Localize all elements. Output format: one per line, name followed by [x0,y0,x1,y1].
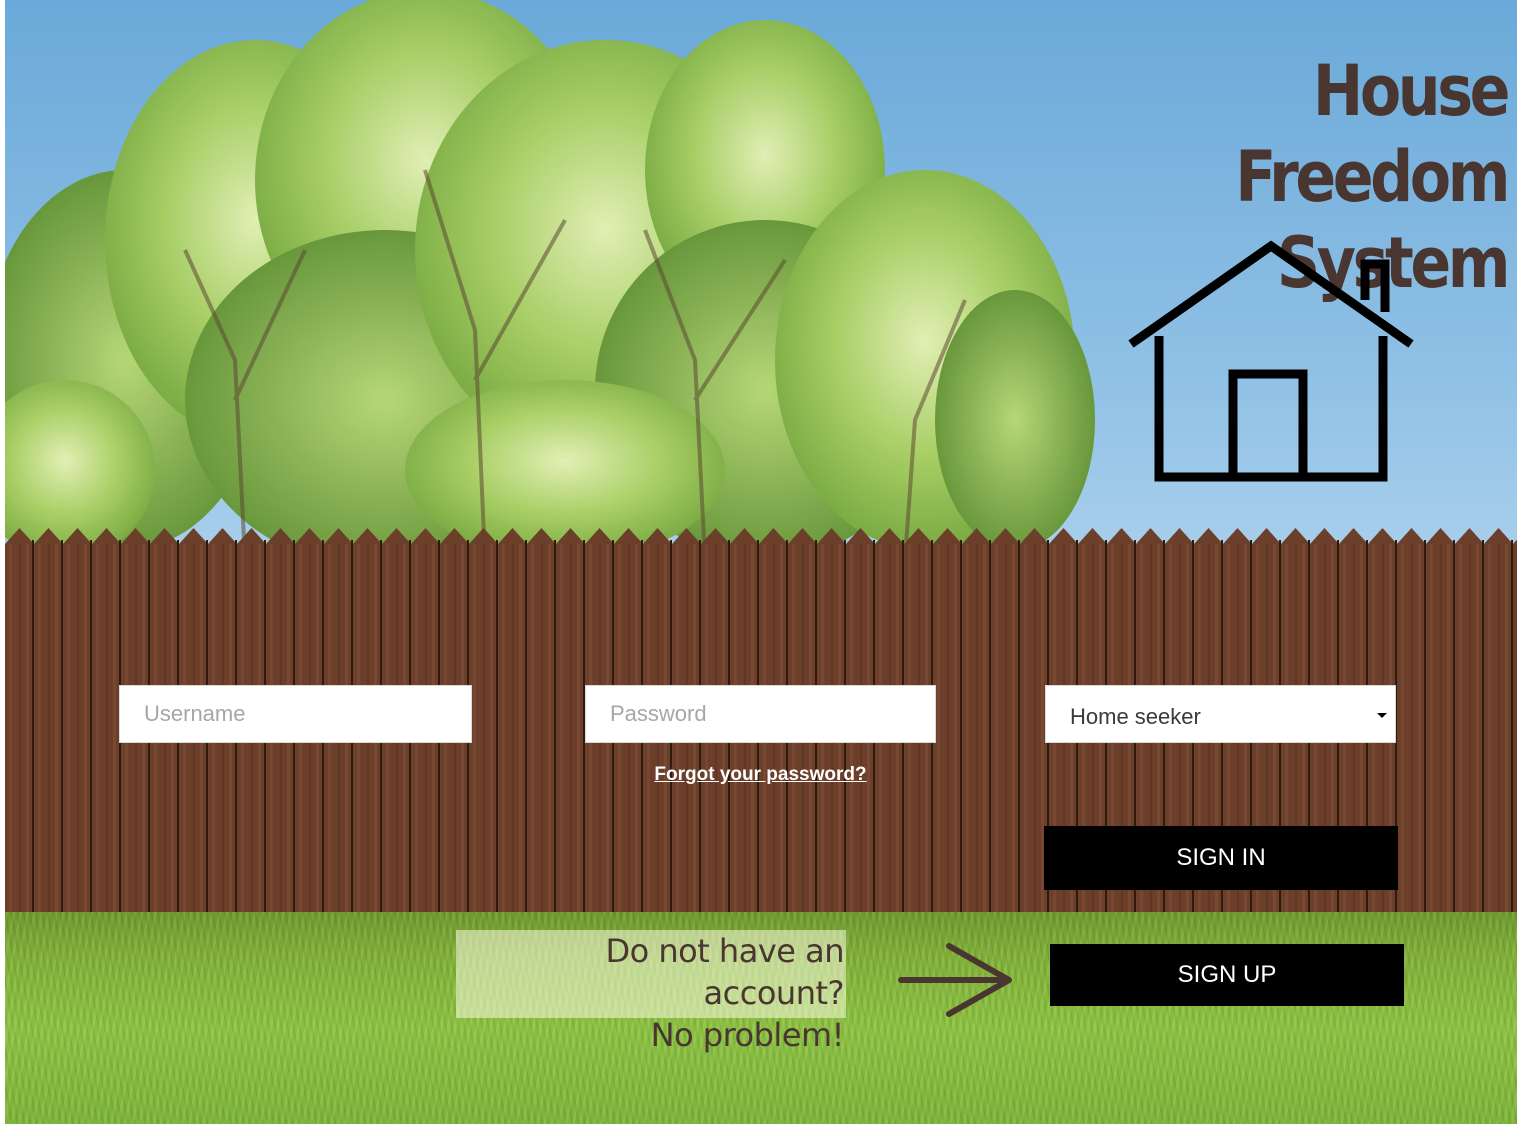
role-select[interactable]: Home seeker [1045,685,1396,743]
sign-in-button[interactable]: SIGN IN [1044,826,1398,890]
forgot-password-link[interactable]: Forgot your password? [585,764,936,786]
house-outline-icon [1128,240,1414,482]
sign-up-button[interactable]: SIGN UP [1050,944,1404,1006]
signup-prompt-line-2: No problem! [650,1016,845,1054]
caret-down-icon [1377,713,1387,718]
background-scene: House Freedom System Home seeker Forgot … [5,0,1517,1124]
arrow-right-icon [898,943,1012,1017]
signup-prompt-line-1: Do not have an account? [605,932,844,1012]
role-select-value: Home seeker [1070,704,1201,729]
password-input[interactable] [585,685,936,743]
app-title-line-1: House Freedom [1235,50,1510,218]
signup-prompt: Do not have an account? No problem! [456,930,846,1054]
username-input[interactable] [119,685,472,743]
